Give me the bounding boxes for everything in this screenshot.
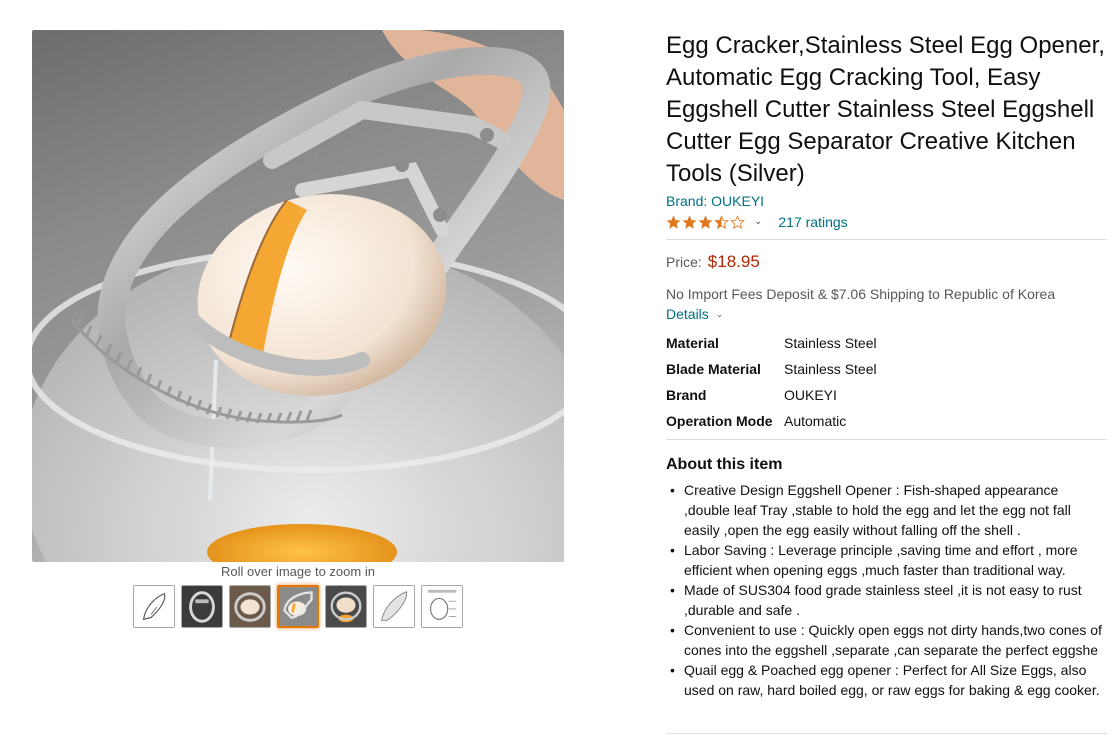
- egg-cracker-photo: [32, 30, 564, 562]
- thumbnail-3[interactable]: [229, 585, 271, 628]
- thumbnail-5[interactable]: [325, 585, 367, 628]
- thumbnail-7[interactable]: [421, 585, 463, 628]
- star-icon: [666, 214, 681, 229]
- spec-row: Blade Material Stainless Steel: [666, 356, 877, 382]
- rating-row: ⌄ 217 ratings: [666, 212, 1107, 232]
- chevron-down-icon[interactable]: ⌄: [754, 216, 762, 227]
- egg-yolk-thumb: [326, 586, 366, 627]
- thumbnail-6[interactable]: [373, 585, 415, 628]
- egg-cracking-thumb: [279, 587, 317, 626]
- thumbnail-strip: [133, 585, 463, 628]
- empty-star-icon: [730, 214, 745, 229]
- bullet-item: Labor Saving : Leverage principle ,savin…: [666, 540, 1107, 580]
- details-label: Details: [666, 306, 709, 322]
- divider: [666, 239, 1107, 240]
- spec-row: Operation Mode Automatic: [666, 408, 877, 434]
- tool-side-thumb: [374, 586, 414, 627]
- star-rating[interactable]: [666, 214, 745, 230]
- price-row: Price: $18.95: [666, 252, 1107, 272]
- about-bullets: Creative Design Eggshell Opener : Fish-s…: [666, 480, 1107, 700]
- chevron-down-icon: ⌄: [715, 309, 724, 319]
- bullet-item: Convenient to use : Quickly open eggs no…: [666, 620, 1107, 660]
- product-info-column: Egg Cracker,Stainless Steel Egg Opener, …: [666, 30, 1107, 700]
- spec-key: Blade Material: [666, 361, 761, 377]
- spec-key: Operation Mode: [666, 413, 773, 429]
- thumbnail-4-selected[interactable]: [277, 585, 319, 628]
- spec-key: Material: [666, 335, 719, 351]
- half-star-icon: [714, 214, 729, 229]
- details-link[interactable]: Details ⌄: [666, 304, 723, 324]
- price-value: $18.95: [707, 252, 760, 271]
- spec-value: Stainless Steel: [784, 335, 877, 351]
- thumbnail-2[interactable]: [181, 585, 223, 628]
- star-icon: [698, 214, 713, 229]
- spec-value: Automatic: [784, 413, 847, 429]
- egg-tool-thumb: [230, 586, 270, 627]
- tool-diagram-thumb: [422, 586, 462, 627]
- bottom-divider: [666, 733, 1107, 734]
- product-title: Egg Cracker,Stainless Steel Egg Opener, …: [666, 32, 1105, 187]
- spec-row: Material Stainless Steel: [666, 330, 877, 356]
- bullet-item: Creative Design Eggshell Opener : Fish-s…: [666, 480, 1107, 540]
- spec-row: Brand OUKEYI: [666, 382, 877, 408]
- divider: [666, 439, 1107, 440]
- spec-value: OUKEYI: [784, 387, 837, 403]
- main-product-image[interactable]: [32, 30, 564, 562]
- brand-link[interactable]: Brand: OUKEYI: [666, 192, 1107, 210]
- shipping-info: No Import Fees Deposit & $7.06 Shipping …: [666, 286, 1056, 302]
- ratings-count-link[interactable]: 217 ratings: [778, 214, 847, 230]
- spec-key: Brand: [666, 387, 707, 403]
- star-icon: [682, 214, 697, 229]
- tool-dark-thumb: [182, 586, 222, 627]
- bullet-item: Quail egg & Poached egg opener : Perfect…: [666, 660, 1107, 700]
- zoom-hint: Roll over image to zoom in: [221, 564, 375, 579]
- bullet-item: Made of SUS304 food grade stainless stee…: [666, 580, 1107, 620]
- thumbnail-1[interactable]: [133, 585, 175, 628]
- product-specs-table: Material Stainless Steel Blade Material …: [666, 330, 877, 434]
- tool-sketch-thumb: [134, 586, 174, 627]
- about-title: About this item: [666, 456, 783, 473]
- price-label: Price:: [666, 254, 702, 270]
- spec-value: Stainless Steel: [784, 361, 877, 377]
